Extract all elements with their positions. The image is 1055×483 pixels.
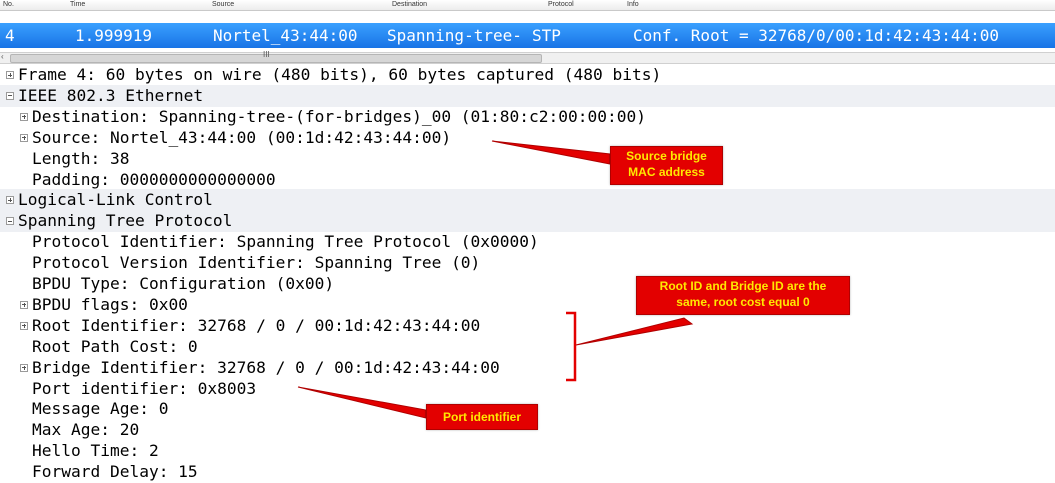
root-bridge-callout: Root ID and Bridge ID are the same, root… (636, 276, 850, 315)
source-callout-arrow (491, 140, 611, 165)
port-identifier-callout: Port identifier (426, 404, 538, 430)
identifier-bracket (566, 311, 577, 382)
port-callout-arrow (297, 386, 427, 419)
source-bridge-callout: Source bridge MAC address (610, 146, 723, 185)
root-callout-arrow (575, 317, 694, 346)
